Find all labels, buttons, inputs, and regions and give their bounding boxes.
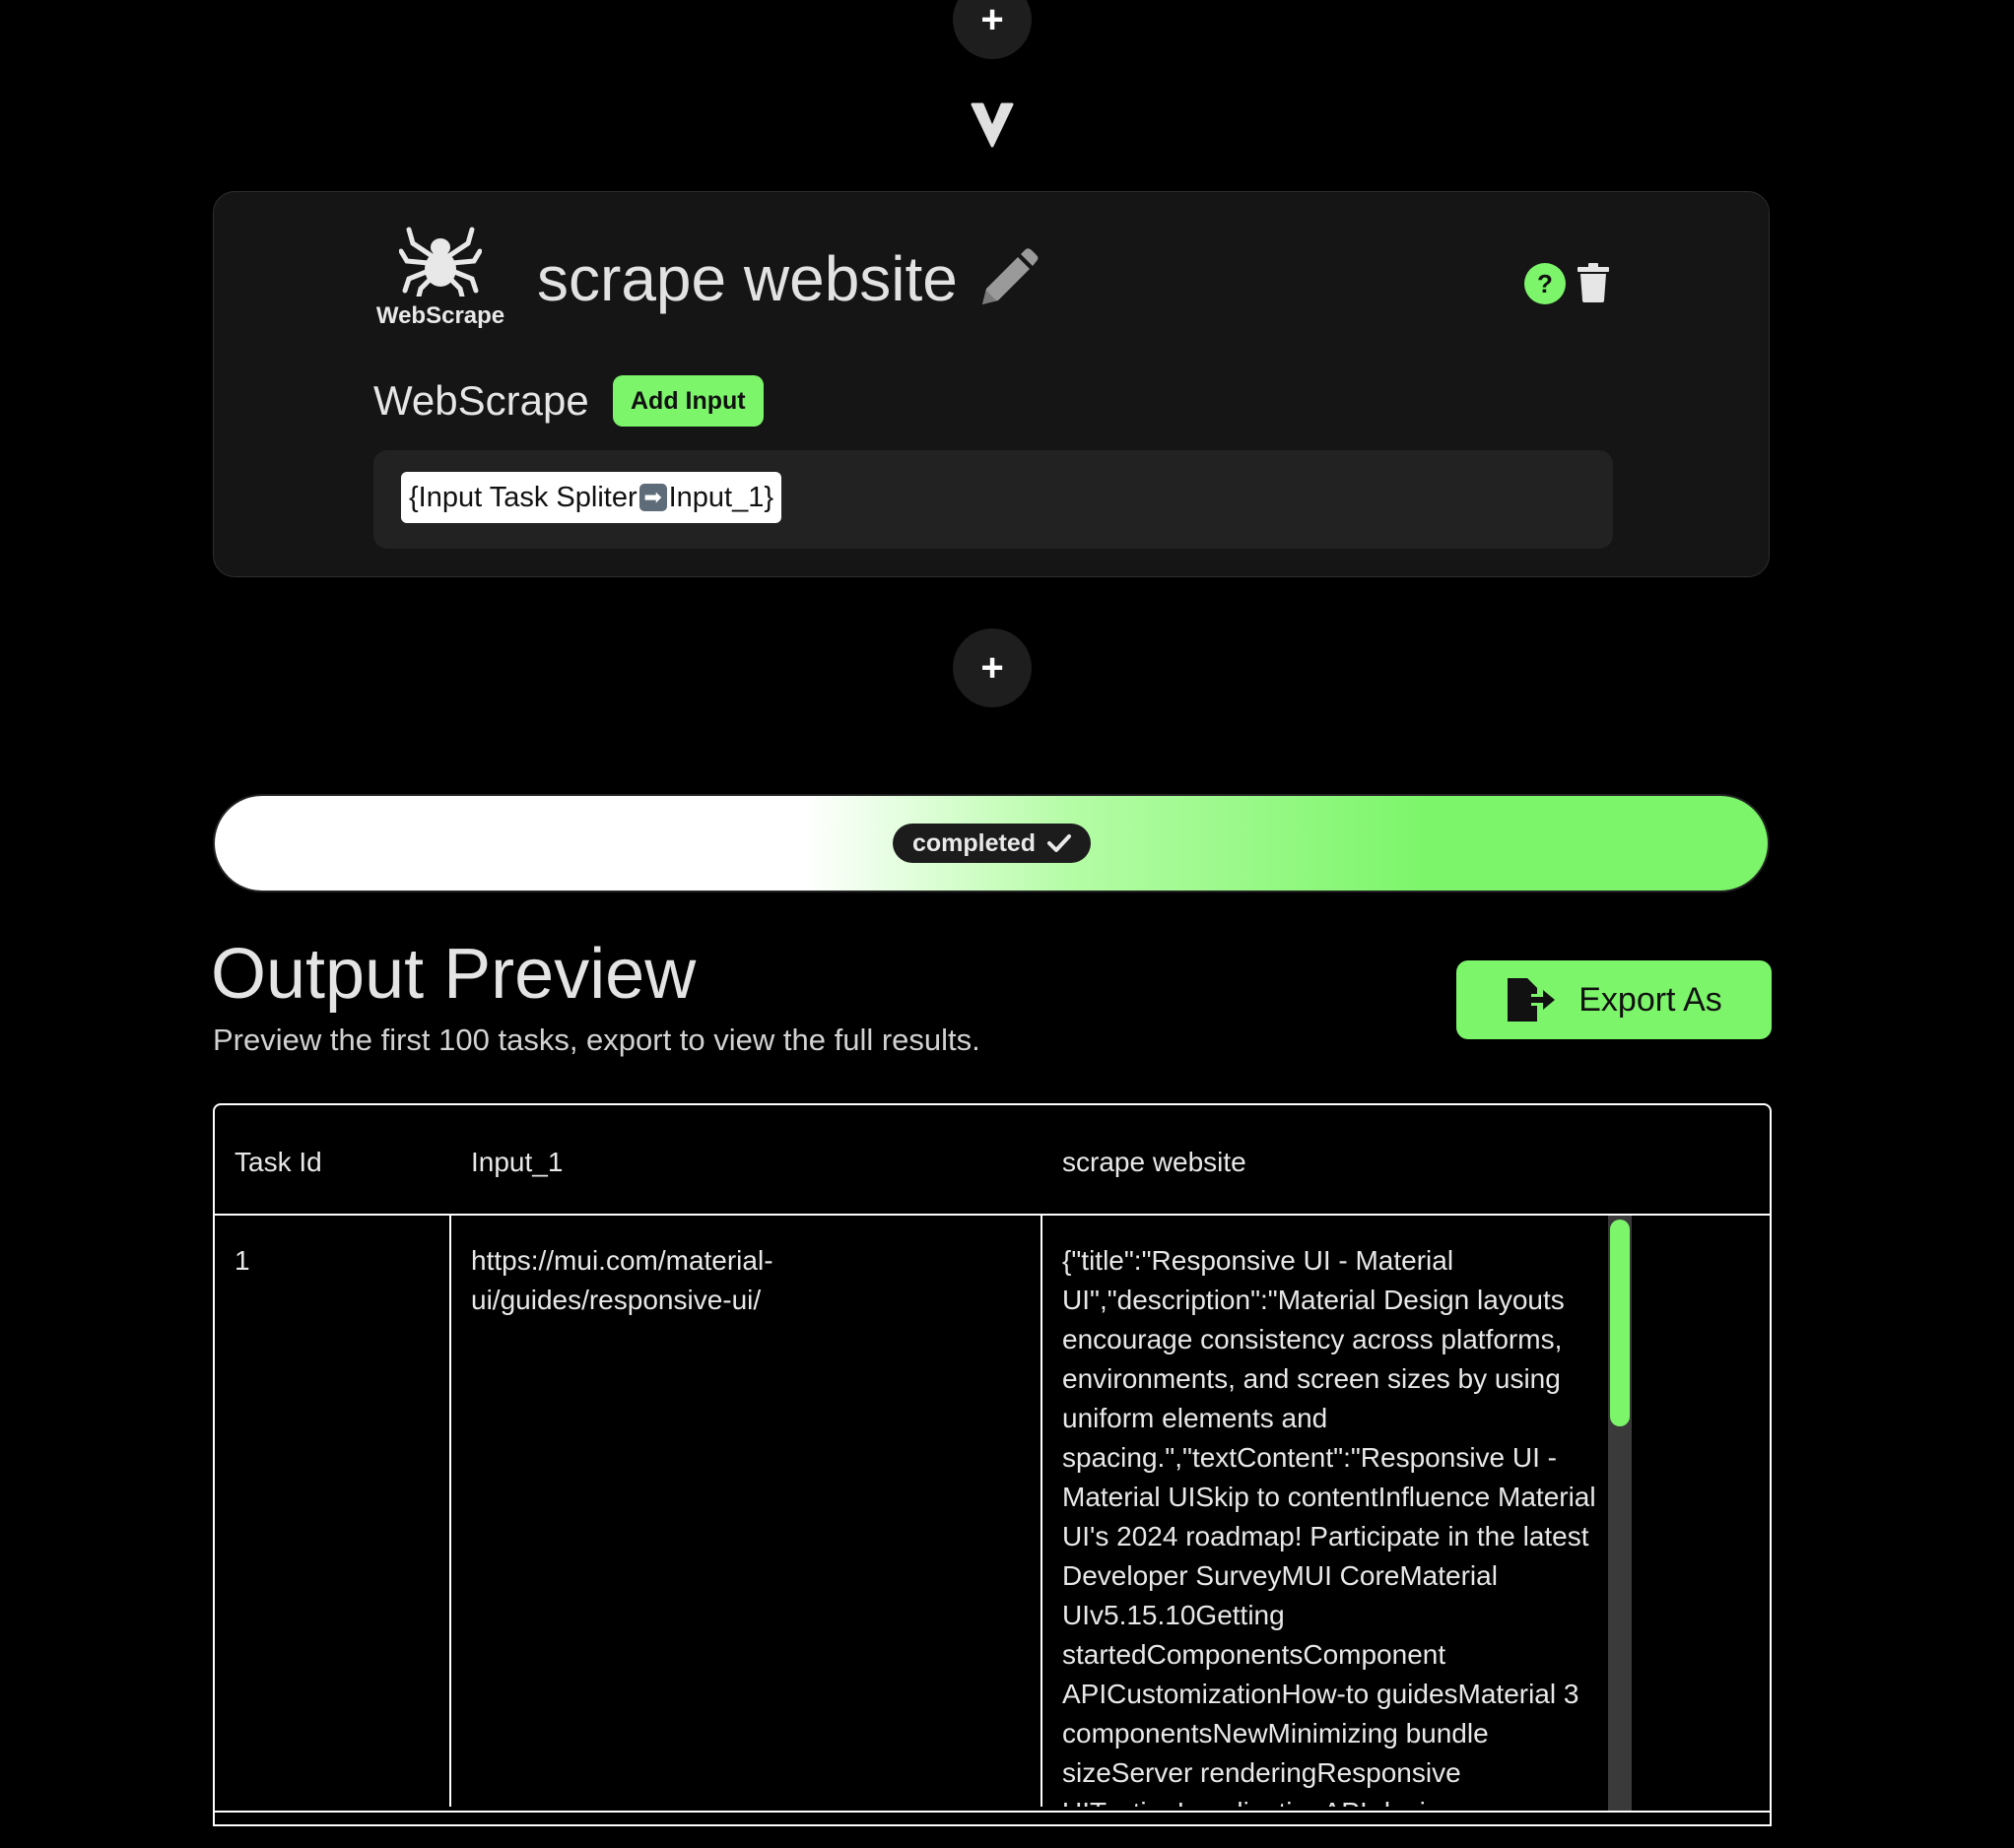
help-icon[interactable]: ? xyxy=(1524,263,1566,304)
cell-output-content: {"title":"Responsive UI - Material UI","… xyxy=(1062,1245,1596,1807)
trash-icon[interactable] xyxy=(1578,263,1609,302)
column-header-input[interactable]: Input_1 xyxy=(471,1147,563,1178)
task-title: scrape website xyxy=(537,243,958,314)
cell-task-id: 1 xyxy=(235,1245,250,1276)
chip-suffix: Input_1} xyxy=(668,481,774,513)
export-as-button[interactable]: Export As xyxy=(1456,960,1772,1039)
pencil-icon[interactable] xyxy=(974,247,1040,312)
column-header-output[interactable]: scrape website xyxy=(1062,1147,1246,1178)
status-badge: completed xyxy=(893,824,1092,863)
add-step-button-top[interactable]: + xyxy=(953,0,1032,59)
status-progress-bar: completed xyxy=(213,794,1770,892)
tool-name: WebScrape xyxy=(375,302,505,329)
file-export-icon xyxy=(1508,978,1556,1022)
output-table: Task Id Input_1 scrape website 1 https:/… xyxy=(213,1103,1772,1826)
check-icon xyxy=(1047,834,1072,852)
add-input-button[interactable]: Add Input xyxy=(613,375,764,427)
output-preview-title: Output Preview xyxy=(211,935,697,1014)
spider-icon xyxy=(399,227,482,297)
status-label: completed xyxy=(912,828,1037,857)
chevron-down-icon xyxy=(971,102,1014,148)
column-header-task-id[interactable]: Task Id xyxy=(235,1147,322,1178)
column-divider xyxy=(449,1216,451,1807)
export-label: Export As xyxy=(1578,980,1722,1019)
column-divider xyxy=(1041,1216,1042,1807)
table-header-row: Task Id Input_1 scrape website xyxy=(215,1105,1770,1216)
input-variable-chip[interactable]: {Input Task Spliter ➡ Input_1} xyxy=(401,472,782,523)
right-arrow-icon: ➡ xyxy=(638,484,667,511)
cell-input-url: https://mui.com/material-ui/guides/respo… xyxy=(471,1245,773,1315)
plus-icon: + xyxy=(980,0,1004,41)
input-box[interactable]: {Input Task Spliter ➡ Input_1} xyxy=(373,450,1613,549)
chip-prefix: {Input Task Spliter xyxy=(409,481,638,513)
input-section-label: WebScrape xyxy=(373,377,589,424)
tool-badge[interactable]: WebScrape xyxy=(371,226,509,330)
row-divider xyxy=(215,1811,1770,1813)
task-card: WebScrape scrape website ? WebScrape Add… xyxy=(213,191,1770,577)
output-preview-subtitle: Preview the first 100 tasks, export to v… xyxy=(213,1023,980,1057)
add-step-button[interactable]: + xyxy=(953,628,1032,707)
scrollbar-thumb[interactable] xyxy=(1610,1220,1630,1426)
cell-scrollbar[interactable] xyxy=(1608,1216,1632,1811)
plus-icon: + xyxy=(980,646,1004,690)
